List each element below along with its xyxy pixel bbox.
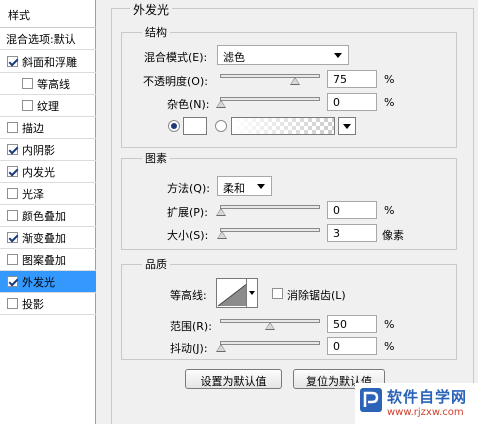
jitter-slider[interactable] [216, 341, 320, 352]
style-item[interactable]: 斜面和浮雕 [0, 51, 96, 73]
solid-color-radio[interactable] [168, 120, 180, 132]
styles-header[interactable]: 样式 [0, 0, 96, 28]
spread-slider[interactable] [216, 205, 320, 216]
chevron-down-icon [334, 53, 342, 58]
style-checkbox[interactable] [22, 78, 33, 89]
style-item[interactable]: 内发光 [0, 161, 96, 183]
size-label: 大小(S): [167, 229, 209, 242]
elements-title: 图素 [142, 150, 170, 166]
style-item[interactable]: 颜色叠加 [0, 205, 96, 227]
noise-slider[interactable] [216, 97, 320, 108]
opacity-label: 不透明度(O): [143, 75, 208, 88]
style-item[interactable]: 等高线 [0, 73, 96, 95]
watermark-url: www.rjzxw.com [387, 407, 464, 418]
style-item[interactable]: 渐变叠加 [0, 227, 96, 249]
range-input[interactable]: 50 [327, 315, 377, 333]
size-slider-thumb[interactable] [217, 231, 228, 239]
make-default-button[interactable]: 设置为默认值 [185, 369, 282, 389]
style-checkbox[interactable] [7, 298, 18, 309]
technique-label: 方法(Q): [167, 182, 210, 195]
spread-input[interactable]: 0 [327, 201, 377, 219]
contour-dropdown-button[interactable] [246, 278, 258, 308]
blend-options-label: 混合选项:默认 [6, 32, 76, 46]
style-checkbox[interactable] [7, 188, 18, 199]
technique-value: 柔和 [223, 182, 245, 195]
panel-title: 外发光 [130, 1, 173, 18]
style-checkbox[interactable] [22, 100, 33, 111]
quality-title: 品质 [142, 256, 170, 272]
jitter-slider-thumb[interactable] [216, 344, 226, 352]
spread-slider-thumb[interactable] [216, 208, 226, 216]
noise-unit: % [384, 96, 395, 109]
style-item-label: 外发光 [22, 275, 55, 289]
style-item-label: 斜面和浮雕 [22, 55, 77, 69]
style-item-label: 等高线 [37, 77, 70, 91]
style-checkbox[interactable] [7, 276, 18, 287]
style-item[interactable]: 描边 [0, 117, 96, 139]
style-item[interactable]: 光泽 [0, 183, 96, 205]
technique-select[interactable]: 柔和 [217, 176, 272, 196]
style-item[interactable]: 外发光 [0, 271, 96, 293]
jitter-unit: % [384, 340, 395, 353]
range-label: 范围(R): [170, 320, 212, 333]
style-item-label: 图案叠加 [22, 253, 66, 267]
style-item[interactable]: 投影 [0, 293, 96, 315]
style-item-label: 光泽 [22, 187, 44, 201]
contour-label: 等高线: [170, 289, 207, 302]
glow-color-swatch[interactable] [183, 117, 207, 135]
antialias-checkbox[interactable] [272, 288, 283, 299]
antialias-label[interactable]: 消除锯齿(L) [287, 287, 346, 303]
blend-mode-label: 混合模式(E): [144, 51, 208, 64]
size-slider[interactable] [217, 228, 320, 239]
range-slider-thumb[interactable] [265, 322, 275, 330]
style-checkbox[interactable] [7, 166, 18, 177]
watermark-title: 软件自学网 [387, 388, 468, 406]
noise-label: 杂色(N): [167, 98, 210, 111]
spread-label: 扩展(P): [167, 206, 208, 219]
blend-options-item[interactable]: 混合选项:默认 [0, 28, 96, 50]
watermark-logo-icon [360, 388, 382, 412]
style-item[interactable]: 纹理 [0, 95, 96, 117]
blend-mode-value: 滤色 [223, 51, 245, 64]
jitter-input[interactable]: 0 [327, 337, 377, 355]
size-unit: 像素 [382, 229, 404, 242]
noise-slider-thumb[interactable] [216, 100, 226, 108]
gradient-dropdown-button[interactable] [338, 117, 356, 135]
range-unit: % [384, 318, 395, 331]
blend-mode-select[interactable]: 滤色 [217, 45, 349, 65]
style-item[interactable]: 内阴影 [0, 139, 96, 161]
watermark: 软件自学网 www.rjzxw.com [355, 383, 478, 424]
style-item-label: 投影 [22, 297, 44, 311]
spread-unit: % [384, 204, 395, 217]
opacity-unit: % [384, 73, 395, 86]
chevron-down-icon [257, 184, 265, 189]
style-item-label: 内发光 [22, 165, 55, 179]
glow-gradient-picker[interactable] [231, 117, 335, 135]
size-input[interactable]: 3 [327, 224, 377, 242]
opacity-slider[interactable] [220, 74, 320, 85]
style-checkbox[interactable] [7, 144, 18, 155]
style-item-label: 纹理 [37, 99, 59, 113]
opacity-input[interactable]: 75 [327, 70, 377, 88]
style-item-label: 颜色叠加 [22, 209, 66, 223]
structure-title: 结构 [142, 24, 170, 40]
jitter-label: 抖动(J): [170, 342, 208, 355]
styles-list-panel: 样式 混合选项:默认 斜面和浮雕等高线纹理描边内阴影内发光光泽颜色叠加渐变叠加图… [0, 0, 96, 424]
style-item-label: 描边 [22, 121, 44, 135]
style-checkbox[interactable] [7, 232, 18, 243]
style-checkbox[interactable] [7, 56, 18, 67]
style-checkbox[interactable] [7, 210, 18, 221]
range-slider[interactable] [220, 319, 320, 330]
style-item-label: 渐变叠加 [22, 231, 66, 245]
opacity-slider-thumb[interactable] [289, 77, 300, 85]
style-item-label: 内阴影 [22, 143, 55, 157]
style-checkbox[interactable] [7, 254, 18, 265]
noise-input[interactable]: 0 [327, 93, 377, 111]
style-checkbox[interactable] [7, 122, 18, 133]
style-item[interactable]: 图案叠加 [0, 249, 96, 271]
gradient-radio[interactable] [215, 120, 227, 132]
